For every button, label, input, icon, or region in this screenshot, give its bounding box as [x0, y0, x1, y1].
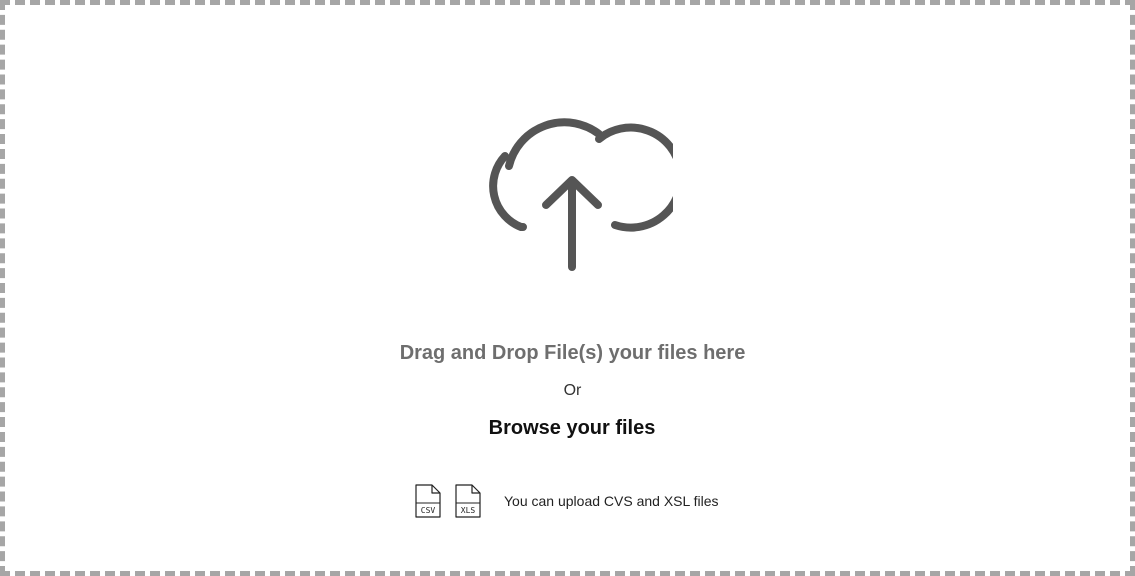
xls-file-icon: XLS: [454, 484, 482, 519]
or-separator: Or: [563, 382, 582, 399]
browse-files-button[interactable]: Browse your files: [471, 415, 673, 441]
csv-file-label: CSV: [420, 506, 436, 515]
csv-file-icon: CSV: [414, 484, 442, 519]
cloud-upload-icon: [471, 91, 673, 273]
drag-drop-instruction: Drag and Drop File(s) your files here: [399, 342, 746, 364]
file-dropzone[interactable]: Drag and Drop File(s) your files here Or…: [0, 0, 1135, 576]
xls-file-label: XLS: [460, 506, 476, 515]
supported-formats-hint: You can upload CVS and XSL files: [504, 493, 719, 509]
